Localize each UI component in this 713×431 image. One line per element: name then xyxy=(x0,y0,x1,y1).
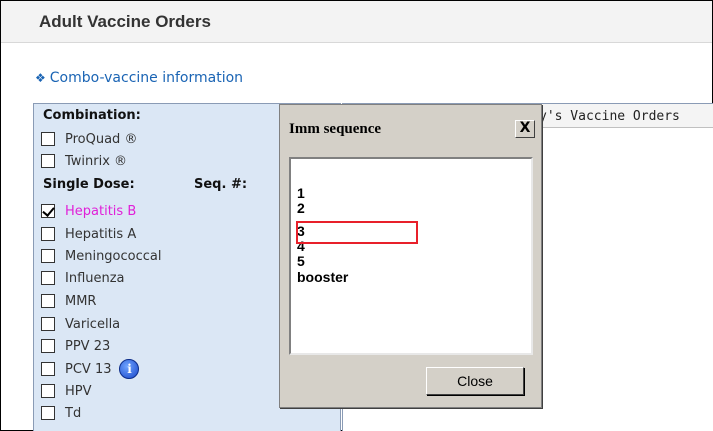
dialog-titlebar[interactable]: Imm sequence X xyxy=(283,108,538,144)
combination-label: Combination: xyxy=(43,108,141,123)
checkbox[interactable] xyxy=(41,227,55,241)
checkbox-row-varicella[interactable]: Varicella xyxy=(41,314,120,334)
checkbox[interactable] xyxy=(41,271,55,285)
close-button[interactable]: Close xyxy=(426,367,524,395)
checkbox-label: Meningococcal xyxy=(65,248,162,264)
checkbox-label: Hepatitis B xyxy=(65,203,137,219)
page-header: Adult Vaccine Orders xyxy=(1,1,712,43)
combo-vaccine-link[interactable]: ❖ Combo-vaccine information xyxy=(35,70,243,86)
imm-sequence-dialog: Imm sequence X 1 2 3 4 5 booster Close xyxy=(279,104,542,408)
checkbox[interactable] xyxy=(41,339,55,353)
checkbox-row-proquad[interactable]: ProQuad ® xyxy=(41,129,137,149)
checkbox[interactable] xyxy=(41,317,55,331)
checkbox-label: Influenza xyxy=(65,270,125,286)
page-title: Adult Vaccine Orders xyxy=(39,12,211,31)
checkbox[interactable] xyxy=(41,154,55,168)
list-item[interactable]: 2 xyxy=(297,201,305,216)
checkbox-row-hepatitis-a[interactable]: Hepatitis A xyxy=(41,224,136,244)
checkbox[interactable] xyxy=(41,204,55,218)
checkbox[interactable] xyxy=(41,249,55,263)
dialog-title: Imm sequence xyxy=(289,121,382,137)
checkbox-label: Twinrix ® xyxy=(65,153,128,169)
checkbox-row-influenza[interactable]: Influenza xyxy=(41,268,125,288)
checkbox-label: HPV xyxy=(65,383,92,399)
checkbox-label: PPV 23 xyxy=(65,338,111,354)
checkbox-label: Td xyxy=(65,405,82,421)
checkbox-label: Hepatitis A xyxy=(65,226,137,242)
checkbox-label: ProQuad ® xyxy=(65,131,138,147)
checkbox-row-pcv-13[interactable]: PCV 13 i xyxy=(41,359,140,379)
checkbox[interactable] xyxy=(41,384,55,398)
checkbox[interactable] xyxy=(41,132,55,146)
checkbox[interactable] xyxy=(41,294,55,308)
list-item[interactable]: booster xyxy=(297,270,348,285)
close-icon[interactable]: X xyxy=(515,120,535,138)
single-dose-label: Single Dose: xyxy=(43,177,135,192)
selection-highlight xyxy=(296,221,418,244)
checkbox[interactable] xyxy=(41,362,55,376)
close-button-label: Close xyxy=(457,373,493,389)
checkbox-label: Varicella xyxy=(65,316,121,332)
vaccine-orders-header-text: y's Vaccine Orders xyxy=(539,109,680,124)
checkbox-row-mmr[interactable]: MMR xyxy=(41,291,96,311)
checkbox-label: PCV 13 xyxy=(65,361,112,377)
checkbox-row-ppv-23[interactable]: PPV 23 xyxy=(41,336,110,356)
checkbox-row-td[interactable]: Td xyxy=(41,403,81,423)
checkbox-row-hepatitis-b[interactable]: Hepatitis B xyxy=(41,201,136,221)
checkbox-row-meningococcal[interactable]: Meningococcal xyxy=(41,246,161,266)
diamond-icon: ❖ xyxy=(35,71,46,85)
checkbox-row-hpv[interactable]: HPV xyxy=(41,381,92,401)
checkbox-label: MMR xyxy=(65,293,97,309)
seq-number-label: Seq. #: xyxy=(194,177,248,192)
checkbox-row-twinrix[interactable]: Twinrix ® xyxy=(41,151,127,171)
checkbox[interactable] xyxy=(41,406,55,420)
list-item[interactable]: 1 xyxy=(297,186,305,201)
sequence-listbox[interactable]: 1 2 3 4 5 booster xyxy=(289,157,533,355)
combo-vaccine-link-label: Combo-vaccine information xyxy=(49,70,244,86)
info-icon[interactable]: i xyxy=(119,359,140,379)
list-item[interactable]: 5 xyxy=(297,254,305,269)
